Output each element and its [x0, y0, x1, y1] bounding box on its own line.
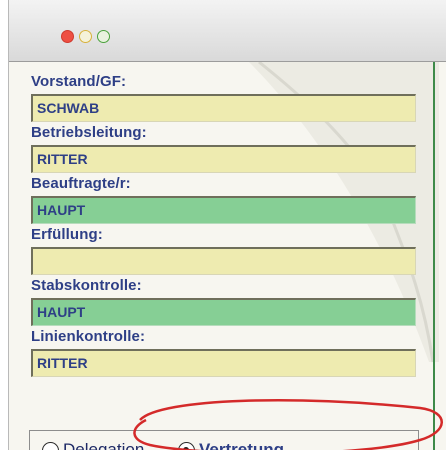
label-betriebsleitung: Betriebsleitung:	[31, 124, 147, 141]
label-stabskontrolle: Stabskontrolle:	[31, 277, 142, 294]
close-button-icon[interactable]	[61, 30, 74, 43]
zoom-button-icon[interactable]	[97, 30, 110, 43]
betriebsleitung-field[interactable]: RITTER	[31, 145, 416, 173]
erfuellung-field[interactable]	[31, 247, 416, 275]
minimize-button-icon[interactable]	[79, 30, 92, 43]
beauftragte-field[interactable]: HAUPT	[31, 196, 416, 224]
responsibility-form: Vorstand/GF: SCHWAB Betriebsleitung: RIT…	[31, 72, 423, 378]
stabskontrolle-field[interactable]: HAUPT	[31, 298, 416, 326]
radio-unchecked-icon[interactable]	[42, 441, 59, 450]
label-erfuellung: Erfüllung:	[31, 226, 103, 243]
mode-radio-group: Delegation Vertretung	[29, 430, 419, 450]
label-beauftragte: Beauftragte/r:	[31, 175, 131, 192]
panel-divider	[433, 62, 435, 450]
vorstand-field[interactable]: SCHWAB	[31, 94, 416, 122]
label-linienkontrolle: Linienkontrolle:	[31, 328, 146, 345]
radio-delegation[interactable]: Delegation	[42, 440, 144, 450]
radio-vertretung-label: Vertretung	[199, 440, 285, 450]
linienkontrolle-field[interactable]: RITTER	[31, 349, 416, 377]
radio-delegation-label: Delegation	[63, 440, 145, 450]
form-panel: Vorstand/GF: SCHWAB Betriebsleitung: RIT…	[9, 62, 446, 450]
radio-checked-icon[interactable]	[178, 441, 195, 450]
label-vorstand: Vorstand/GF:	[31, 73, 127, 90]
app-window: Vorstand/GF: SCHWAB Betriebsleitung: RIT…	[8, 0, 446, 450]
title-bar	[9, 0, 446, 62]
radio-vertretung[interactable]: Vertretung	[178, 440, 284, 450]
